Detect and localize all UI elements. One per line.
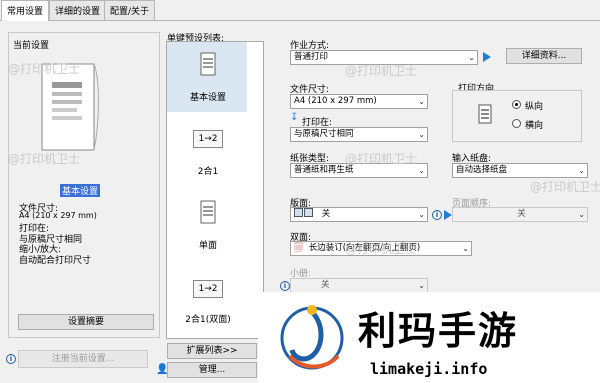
portrait-radio[interactable] [512,100,521,109]
page-size-select[interactable]: A4 (210 x 297 mm) ⌄ [290,94,428,109]
info-icon: i [280,281,290,291]
portrait-label: 纵向 [525,102,544,112]
current-preset-name: 基本设置 [60,184,101,197]
info-icon: i [432,210,442,220]
site-logo-url: limakeji.info [370,360,488,378]
site-logo-icon [280,305,344,370]
landscape-radio[interactable] [512,119,521,128]
layout-page-icon [304,208,313,217]
detail-line: 自动配合打印尺寸 [19,256,92,266]
duplex-select[interactable]: 🗐 长边装订(向左翻页/向上翻页) ⌄ [290,241,472,256]
two-in-one-icon: 1→2 [193,280,223,298]
arrow-down-icon: ↧ [290,112,299,123]
page-order-select[interactable]: 关 ⌄ [452,207,588,222]
preset-item-simplex[interactable]: 单面 [168,200,248,251]
detail-line: A4 (210 x 297 mm) [19,211,97,220]
portrait-page-icon [478,104,492,124]
preset-item-2in1-duplex[interactable]: 1→2 2合1(双面) [168,280,248,325]
preset-item-2in1[interactable]: 1→2 2合1 [168,130,248,177]
layout-value: 关 [321,209,331,219]
register-current-settings-button[interactable]: 注册当前设置... [18,350,148,368]
play-icon [483,52,491,62]
layout-page-icon [294,208,303,217]
expand-list-button[interactable]: 扩展列表>> [167,343,257,359]
tab-divider [0,20,600,21]
page-size-value: A4 (210 x 297 mm) [294,96,377,106]
booklet-select[interactable]: 关 ⌄ [290,278,428,293]
landscape-label: 横向 [525,121,544,131]
tab-common-settings[interactable]: 常用设置 [1,0,50,21]
site-logo-overlay: 利玛手游 limakeji.info [258,292,600,383]
tab-config-about[interactable]: 配置/关于 [104,0,156,20]
paper-type-value: 普通纸和再生纸 [294,165,354,175]
print-on-value: 与原稿尺寸相同 [294,129,354,139]
preset-item-label: 2合1 [197,167,219,177]
paper-source-value: 自动选择纸盘 [456,165,508,175]
two-in-one-icon: 1→2 [193,130,223,148]
paper-preview-icon [41,63,99,151]
play-icon [444,210,452,220]
current-settings-heading: 当前设置 [13,41,50,51]
preset-item-label: 单面 [198,241,217,251]
tab-detailed-settings[interactable]: 详细的设置 [49,0,107,20]
booklet-value: 关 [321,280,330,290]
details-button[interactable]: 详细资料... [506,48,582,64]
paper-type-select[interactable]: 普通纸和再生纸 ⌄ [290,163,428,178]
duplex-value: 长边装订(向左翻页/向上翻页) [308,243,421,253]
page-icon [200,200,216,224]
manage-button[interactable]: 管理... [167,362,257,378]
page-icon [200,52,216,76]
preset-item-basic[interactable]: 基本设置 [168,52,248,103]
orientation-group [452,90,582,142]
preset-item-label: 基本设置 [189,93,226,103]
preset-item-label: 2合1(双面) [185,315,231,325]
settings-summary-button[interactable]: 设置摘要 [18,314,154,330]
duplex-icon: 🗐 [294,243,303,253]
print-on-select[interactable]: 与原稿尺寸相同 ⌄ [290,127,428,142]
page-order-value: 关 [517,209,526,219]
info-icon: i [6,354,16,364]
site-logo-name: 利玛手游 [358,309,519,353]
paper-source-select[interactable]: 自动选择纸盘 ⌄ [452,163,588,178]
watermark: @打印机卫士 [530,180,600,194]
layout-select[interactable]: 关 ⌄ [290,207,428,222]
job-value: 普通打印 [294,52,329,62]
job-select[interactable]: 普通打印 ⌄ [290,50,478,65]
